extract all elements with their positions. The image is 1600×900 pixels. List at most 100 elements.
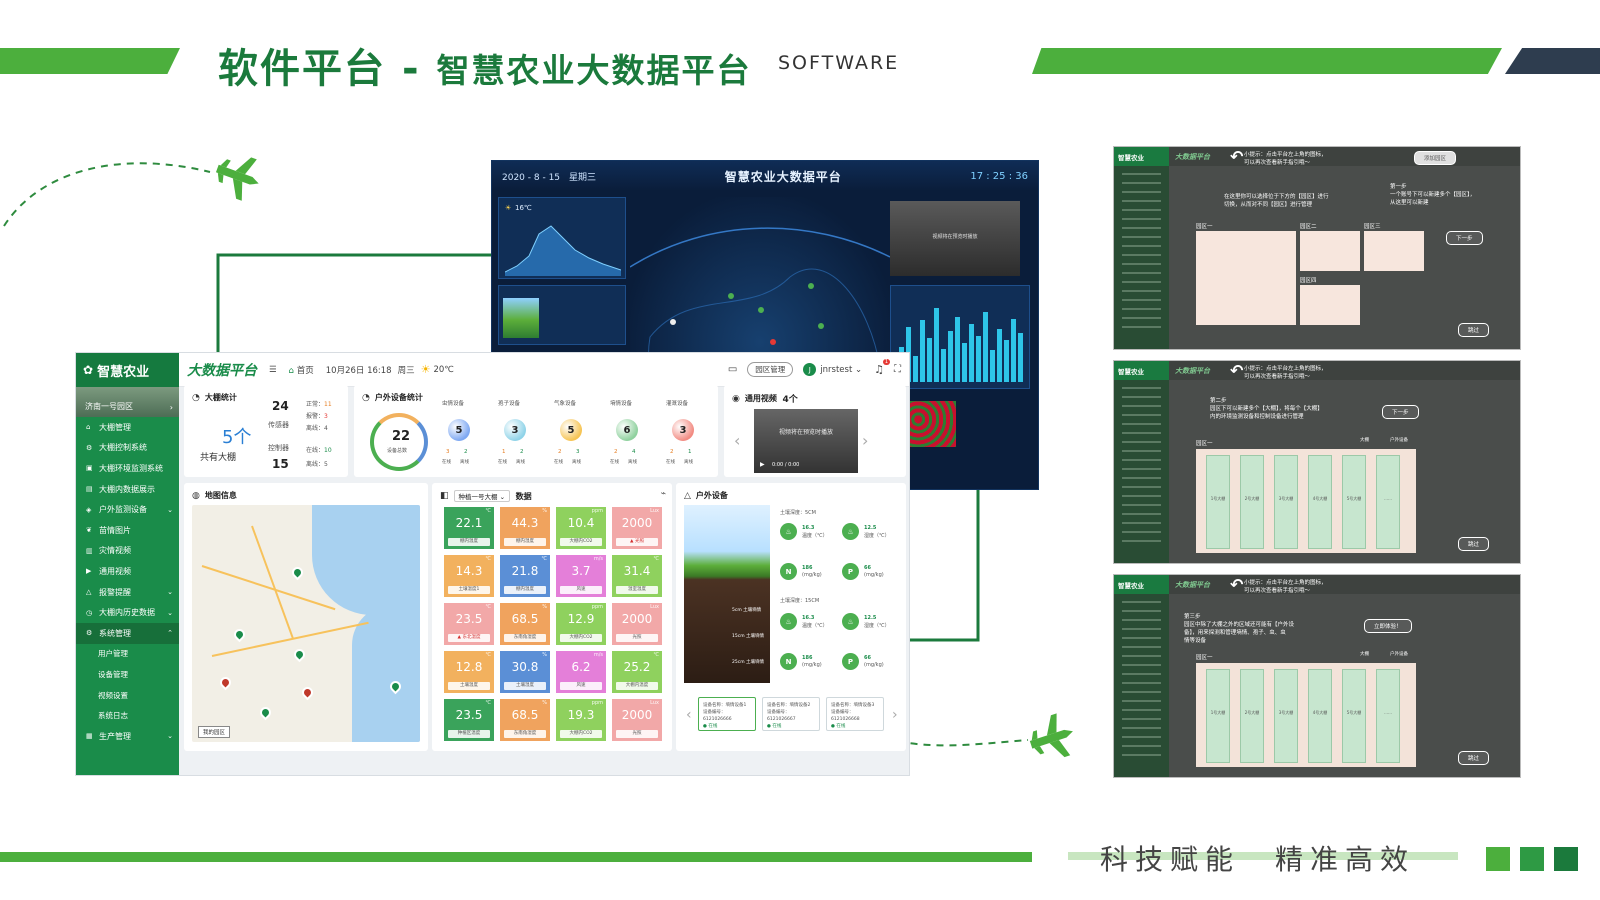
data-tile[interactable]: 68.5% 东南角湿度 (500, 603, 550, 645)
tile-label: 棚内温度 (448, 538, 490, 546)
map-pin[interactable] (257, 704, 274, 721)
guide-logo: 智慧农业 (1114, 147, 1169, 166)
sidebar-item[interactable]: ❦ 苗情图片 (76, 520, 179, 541)
data-tile[interactable]: 14.3 ℃ 土壤温度1 (444, 555, 494, 597)
guide-legend: 大棚 (1360, 438, 1369, 443)
sidebar-item[interactable]: ▦ 生产管理 ⌄ (76, 726, 179, 747)
device-card[interactable]: 设备名称：墒情设备1 设备编号：6121026666 ● 在线 (698, 697, 756, 731)
device-count-ball[interactable]: 6 (616, 419, 638, 441)
home-icon: ⌂ (86, 423, 91, 432)
greenhouse-select[interactable]: 种植一号大棚 ⌄ (453, 490, 511, 502)
data-tile[interactable]: 25.2 ℃ 大棚内温度 (612, 651, 662, 693)
data-tile[interactable]: 2000 Lux ▲ 光照 (612, 507, 662, 549)
device-count-ball[interactable]: 5 (448, 419, 470, 441)
sidebar-item[interactable]: ◷ 大棚内历史数据 ⌄ (76, 602, 179, 623)
fullscreen-icon[interactable]: ⛶ (894, 364, 901, 375)
sidebar-item[interactable]: ⌂ 大棚管理 (76, 417, 179, 438)
tile-value: 68.5 (511, 612, 539, 626)
sidebar-item[interactable]: 系统日志 (76, 705, 179, 726)
sidebar-item[interactable]: ▤ 大棚内数据展示 (76, 479, 179, 500)
data-tile[interactable]: 22.1 ℃ 棚内温度 (444, 507, 494, 549)
data-tile[interactable]: 12.8 ℃ 土壤温度 (444, 651, 494, 693)
sensor-value: 12.5 (864, 615, 877, 621)
top-bar-actions: ▭ 园区管理 J jnrstest ⌄ ♫ 1 ⛶ (728, 359, 901, 377)
data-tile[interactable]: 44.3% 棚内湿度 (500, 507, 550, 549)
sidebar-item[interactable]: ◈ 户外监测设备 ⌄ (76, 499, 179, 520)
guide-park-label: 园区二 (1300, 224, 1317, 230)
map-pin[interactable] (291, 646, 308, 663)
data-tile[interactable]: 12.9 ppm 大棚内CO2 (556, 603, 606, 645)
sidebar-item[interactable]: △ 报警提醒 ⌄ (76, 582, 179, 603)
add-park-button[interactable]: 添加园区 (1414, 151, 1457, 165)
menu-toggle-icon[interactable]: ☰ (269, 365, 277, 375)
data-card: ◧ 种植一号大棚 ⌄ 数据 ⌁ 22.1 ℃ 棚内温度 44.3% 棚内湿度 10.4 ppm… (432, 483, 672, 751)
park-selector[interactable]: 济南一号园区 › (76, 387, 179, 417)
my-park-tag[interactable]: 我的园区 (198, 726, 231, 738)
data-tile[interactable]: 10.4 ppm 大棚内CO2 (556, 507, 606, 549)
sidebar-logo[interactable]: ✿ 智慧农业 (76, 353, 179, 387)
decorative-bar (962, 343, 967, 382)
guide-next-button[interactable]: 下一步 (1382, 405, 1419, 419)
sidebar-item[interactable]: ▥ 灾情视频 (76, 541, 179, 562)
footer-square (1486, 847, 1510, 871)
sidebar-item[interactable]: 设备管理 (76, 664, 179, 685)
guide-next-button[interactable]: 下一步 (1446, 231, 1483, 245)
video-player[interactable]: 视频将在预览时播放 ▶ 0:00 / 0:00 (754, 409, 858, 473)
data-tile[interactable]: 23.5 ℃ ▲ 东北温度 (444, 603, 494, 645)
data-tile[interactable]: 30.8% 土壤湿度 (500, 651, 550, 693)
guide-skip-button[interactable]: 跳过 (1458, 537, 1490, 551)
big-screen-video[interactable]: 视频将在预览时播放 (890, 201, 1020, 276)
sidebar-item[interactable]: 视频设置 (76, 685, 179, 706)
tile-label: ▲ 东北温度 (448, 634, 490, 642)
park-management-button[interactable]: 园区管理 (747, 362, 794, 377)
guide-skip-button[interactable]: 跳过 (1458, 751, 1490, 765)
tile-label: 东南角湿度 (504, 634, 546, 642)
sidebar-item[interactable]: ▶ 通用视频 (76, 561, 179, 582)
home-link[interactable]: ⌂ 首页 (289, 364, 314, 376)
device-card[interactable]: 设备名称：墒情设备3 设备编号：6121026668 ● 在线 (826, 697, 884, 731)
data-tile[interactable]: 21.8 ℃ 棚内温度 (500, 555, 550, 597)
sidebar-item[interactable]: 用户管理 (76, 644, 179, 665)
map-view[interactable]: 我的园区 (192, 505, 420, 742)
home-icon: ⌂ (288, 365, 295, 376)
data-tile[interactable]: 19.3 ppm 大棚内CO2 (556, 699, 606, 741)
map-pin[interactable] (299, 684, 316, 701)
data-tile[interactable]: 3.7 m/s 风速 (556, 555, 606, 597)
chevron-right-icon: › (169, 403, 173, 412)
user-menu[interactable]: jnrstest ⌄ (820, 365, 862, 375)
device-count-ball[interactable]: 5 (560, 419, 582, 441)
map-pin[interactable] (289, 564, 306, 581)
guide-skip-button[interactable]: 跳过 (1458, 323, 1490, 337)
device-count-ball[interactable]: 3 (672, 419, 694, 441)
decorative-bar (920, 320, 925, 382)
video-next-icon[interactable]: › (862, 431, 868, 450)
device-offline: 1 (688, 449, 692, 455)
monitor-icon[interactable]: ▭ (728, 364, 737, 375)
sidebar-item[interactable]: ⚙ 系统管理 ⌃ (76, 622, 179, 644)
header-accent-bar-right (1032, 48, 1502, 74)
data-tile[interactable]: 2000 Lux 光照 (612, 603, 662, 645)
map-pin[interactable] (231, 626, 248, 643)
device-count-ball[interactable]: 3 (504, 419, 526, 441)
data-tile[interactable]: 68.5% 东南角湿度 (500, 699, 550, 741)
online-label: 在线 (666, 460, 675, 465)
carousel-prev-icon[interactable]: ‹ (686, 707, 692, 723)
guide-next-button[interactable]: 立即体验！ (1364, 619, 1412, 633)
data-tile[interactable]: 2000 Lux 光照 (612, 699, 662, 741)
data-tile[interactable]: 23.5 ℃ 种植区温度 (444, 699, 494, 741)
carousel-next-icon[interactable]: › (892, 707, 898, 723)
data-tile[interactable]: 6.2 m/s 风速 (556, 651, 606, 693)
sensor-value: 16.3 (802, 525, 815, 531)
trend-icon[interactable]: ⌁ (661, 489, 666, 499)
video-prev-icon[interactable]: ‹ (734, 431, 740, 450)
play-icon[interactable]: ▶ (760, 461, 765, 468)
avatar[interactable]: J (803, 363, 817, 376)
map-pin (670, 319, 676, 325)
bell-icon[interactable]: ♫ 1 (874, 359, 890, 376)
device-online: 2 (670, 449, 674, 455)
map-pin[interactable] (217, 674, 234, 691)
device-card[interactable]: 设备名称：墒情设备2 设备编号：6121026667 ● 在线 (762, 697, 820, 731)
sidebar-item[interactable]: ▣ 大棚环境监测系统 (76, 458, 179, 479)
data-tile[interactable]: 31.4 ℃ 温室温度 (612, 555, 662, 597)
sidebar-item[interactable]: ⚙ 大棚控制系统 (76, 438, 179, 459)
